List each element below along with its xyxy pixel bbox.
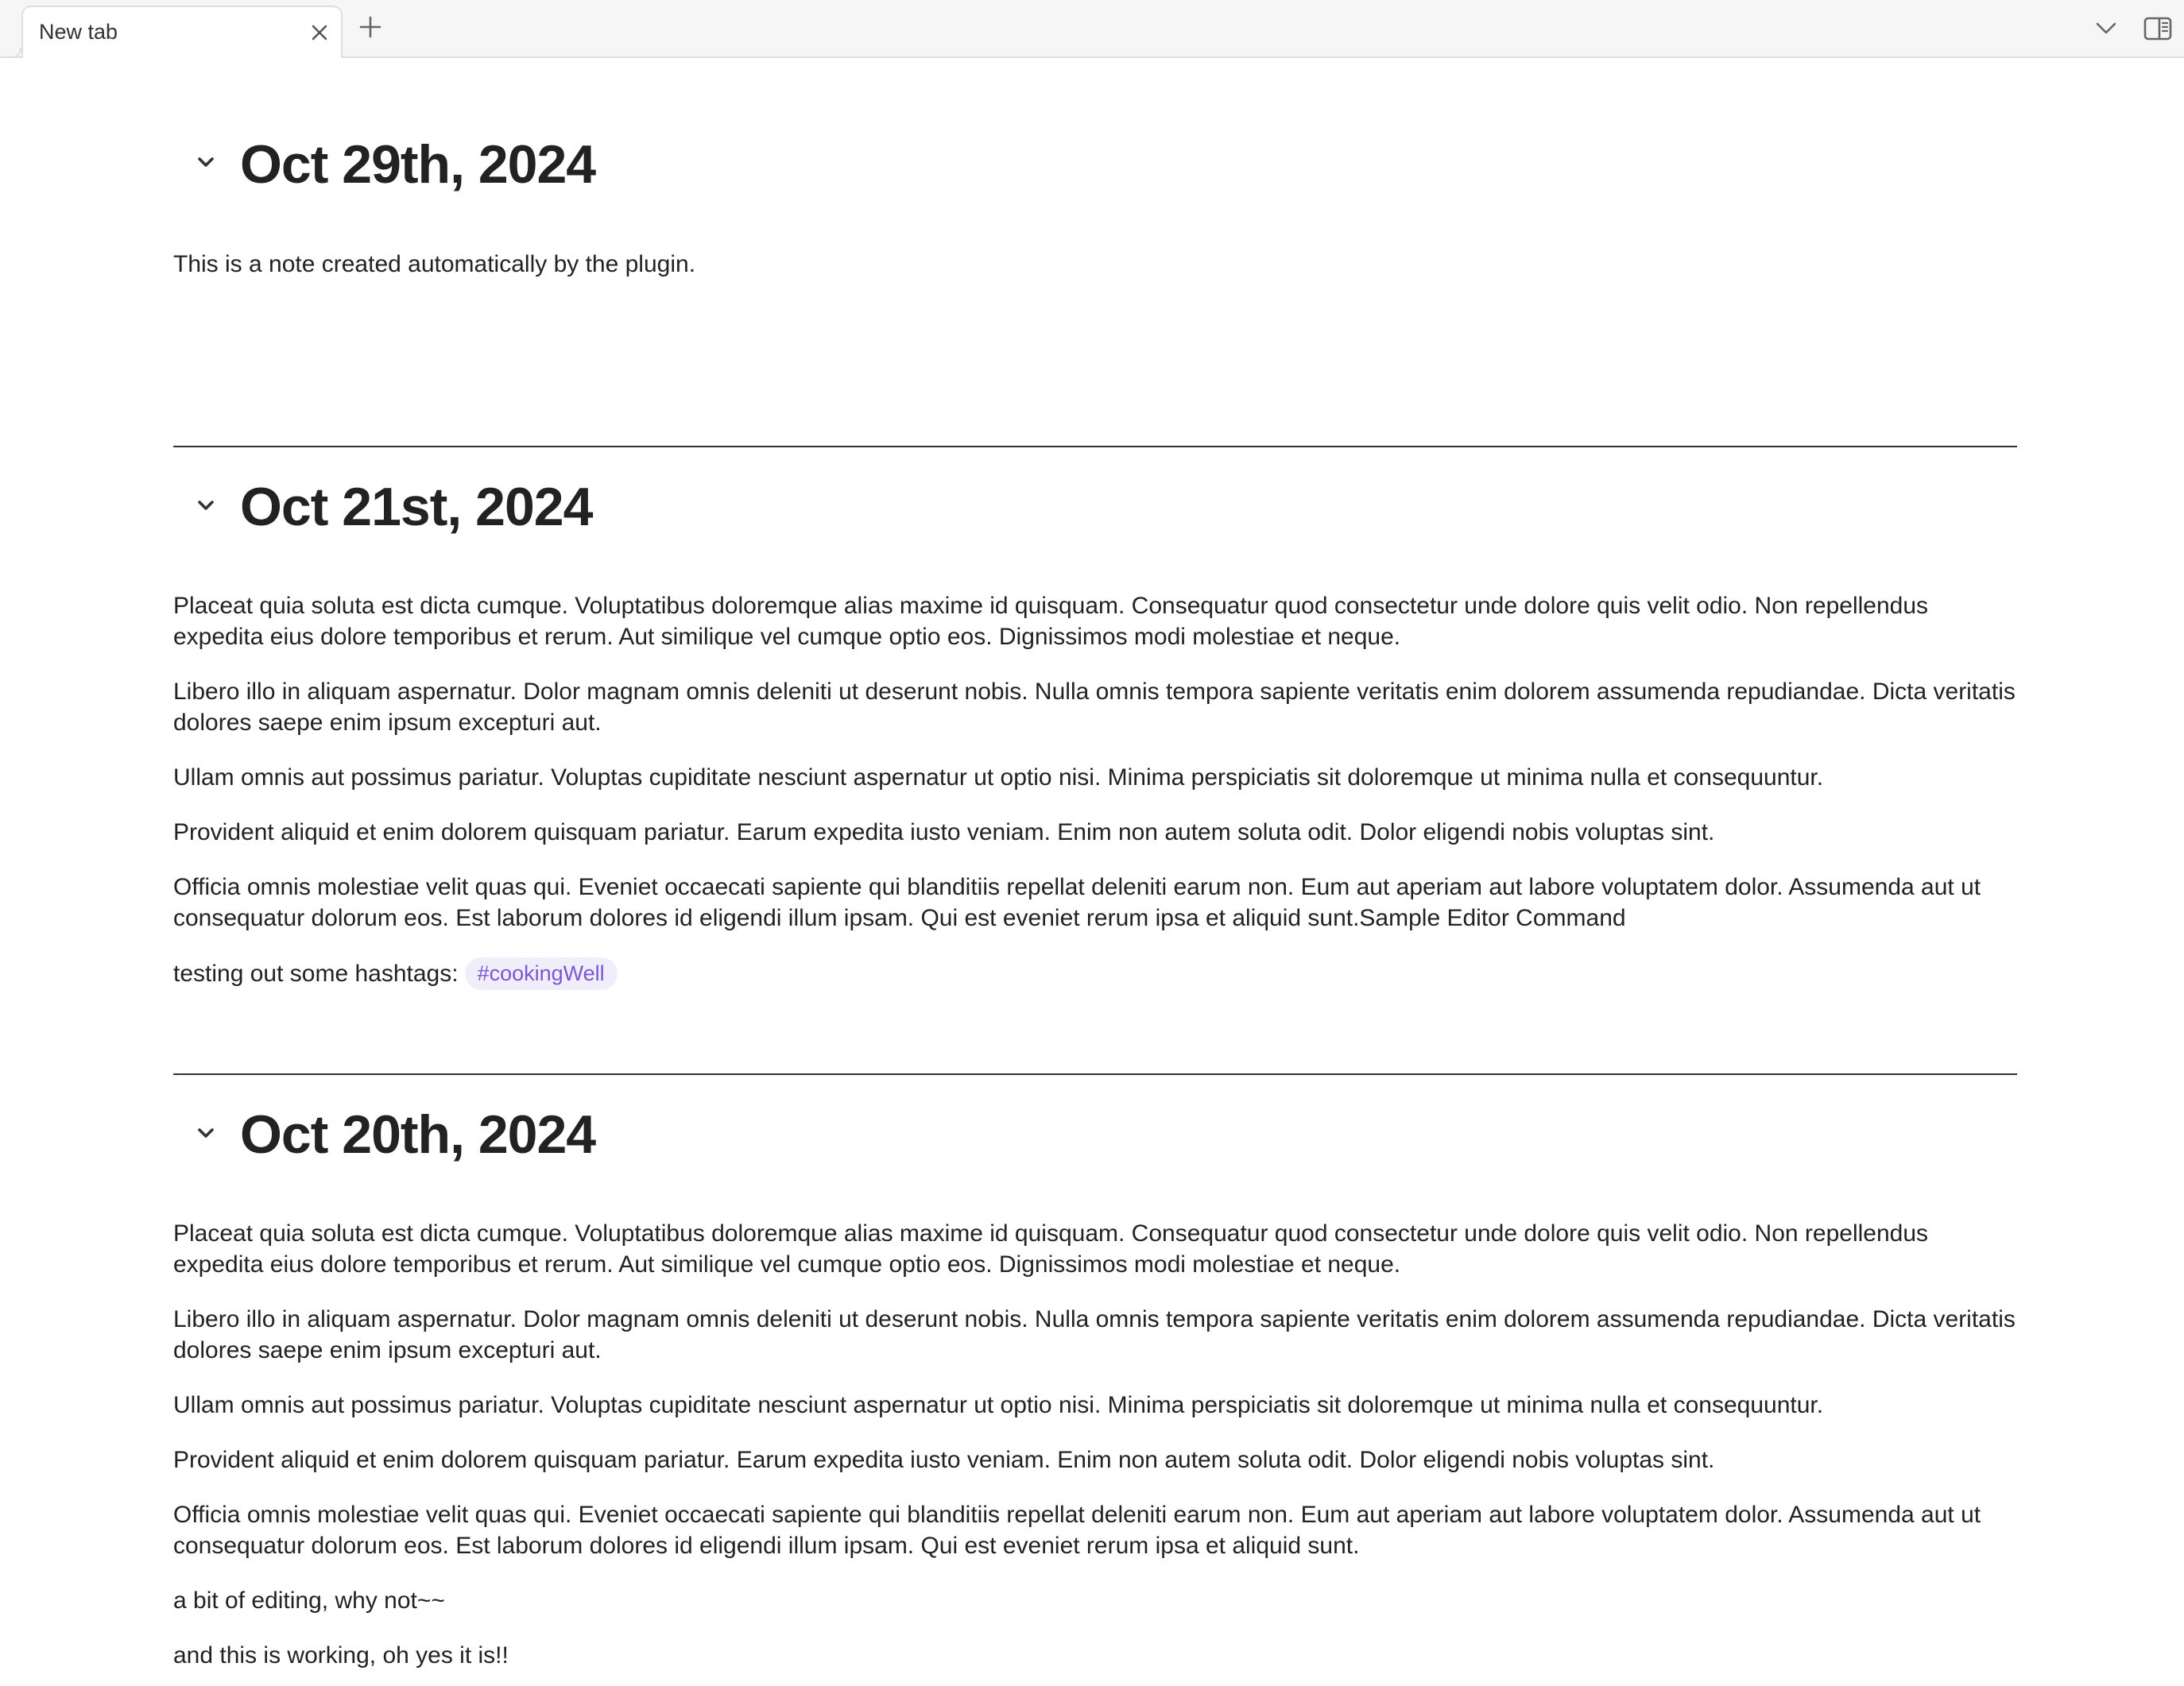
plus-icon[interactable] <box>354 11 386 43</box>
note-divider <box>173 446 2017 447</box>
note-paragraph: Ullam omnis aut possimus pariatur. Volup… <box>173 1392 1824 1418</box>
tab-title: New tab <box>39 20 118 44</box>
note-paragraph: Officia omnis molestiae velit quas qui. … <box>173 874 1981 931</box>
note-paragraph: Provident aliquid et enim dolorem quisqu… <box>173 819 1715 845</box>
chevron-down-icon[interactable] <box>196 154 216 170</box>
note-paragraph: a bit of editing, why not~~ <box>173 1587 445 1614</box>
chevron-down-icon[interactable] <box>2090 13 2122 44</box>
tab-bar-edge <box>0 48 21 58</box>
hashtag-line-text: testing out some hashtags: <box>173 961 459 987</box>
close-icon[interactable] <box>306 19 333 46</box>
note-paragraph: This is a note created automatically by … <box>173 251 696 277</box>
note-paragraph: Libero illo in aliquam aspernatur. Dolor… <box>173 1306 2016 1363</box>
note-paragraph: Provident aliquid et enim dolorem quisqu… <box>173 1447 1715 1473</box>
note-body: Placeat quia soluta est dicta cumque. Vo… <box>173 1218 2017 1671</box>
note-paragraph: Officia omnis molestiae velit quas qui. … <box>173 1502 1981 1559</box>
hashtag-pill[interactable]: #cookingWell <box>464 957 618 990</box>
hashtag-line: testing out some hashtags: #cookingWell <box>173 957 2017 990</box>
chevron-down-icon[interactable] <box>196 497 216 513</box>
note-paragraph: Libero illo in aliquam aspernatur. Dolor… <box>173 679 2016 736</box>
note-title[interactable]: Oct 29th, 2024 <box>240 133 596 195</box>
note-paragraph: Placeat quia soluta est dicta cumque. Vo… <box>173 593 1929 650</box>
note-title[interactable]: Oct 21st, 2024 <box>240 476 593 538</box>
note-body: Placeat quia soluta est dicta cumque. Vo… <box>173 590 2017 990</box>
note-divider <box>173 1073 2017 1075</box>
note-paragraph: Ullam omnis aut possimus pariatur. Volup… <box>173 764 1824 791</box>
note-paragraph: Placeat quia soluta est dicta cumque. Vo… <box>173 1220 1929 1278</box>
tab-bar: New tab <box>0 0 2184 58</box>
note-paragraph: and this is working, oh yes it is!! <box>173 1642 509 1669</box>
note-title[interactable]: Oct 20th, 2024 <box>240 1104 596 1166</box>
sidebar-toggle-icon[interactable] <box>2140 11 2175 46</box>
tab-new-tab[interactable]: New tab <box>21 6 343 58</box>
chevron-down-icon[interactable] <box>196 1125 216 1141</box>
